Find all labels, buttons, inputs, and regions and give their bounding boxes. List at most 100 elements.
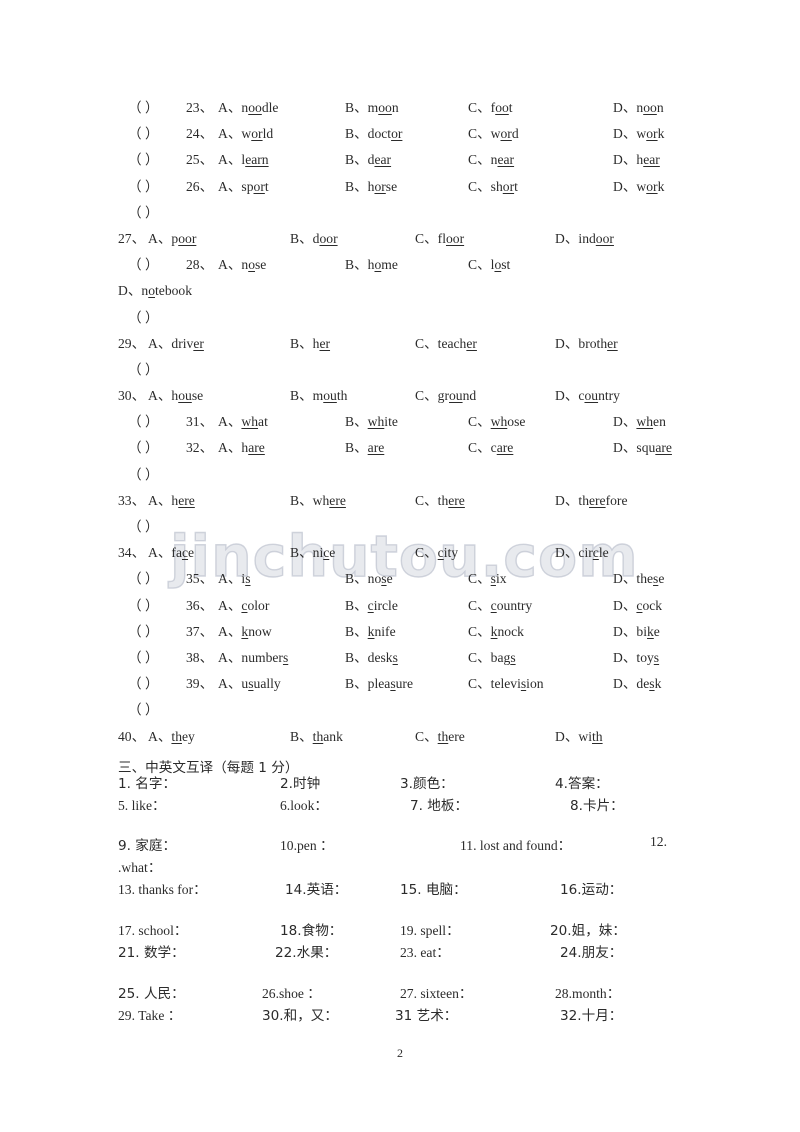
translation-item[interactable]: 16.运动： bbox=[560, 878, 622, 898]
option-d[interactable]: D、cock bbox=[613, 594, 662, 614]
option-d[interactable]: D、notebook bbox=[118, 279, 192, 299]
translation-item[interactable]: 20.姐，妹： bbox=[550, 919, 626, 939]
option-c[interactable]: C、short bbox=[468, 175, 518, 195]
option-d[interactable]: D、hear bbox=[613, 148, 660, 168]
translation-item[interactable]: 4.答案： bbox=[555, 772, 609, 792]
translation-item[interactable]: 25. 人民： bbox=[118, 982, 185, 1002]
option-c[interactable]: C、floor bbox=[415, 227, 464, 247]
option-c[interactable]: C、there bbox=[415, 489, 465, 509]
translation-item[interactable]: 19. spell： bbox=[400, 919, 460, 939]
option-c[interactable]: C、near bbox=[468, 148, 514, 168]
answer-blank[interactable]: （ ） bbox=[128, 620, 159, 640]
answer-blank[interactable]: （ ） bbox=[128, 201, 159, 221]
option-c[interactable]: C、care bbox=[468, 436, 513, 456]
answer-blank[interactable]: （ ） bbox=[128, 410, 159, 430]
option-c[interactable]: C、six bbox=[468, 567, 507, 587]
answer-blank[interactable]: （ ） bbox=[128, 567, 159, 587]
option-c[interactable]: C、word bbox=[468, 122, 519, 142]
option-b[interactable]: B、thank bbox=[290, 725, 343, 745]
option-a[interactable]: A、sport bbox=[218, 175, 269, 195]
option-a[interactable]: A、know bbox=[218, 620, 272, 640]
option-d[interactable]: D、these bbox=[613, 567, 664, 587]
translation-item[interactable]: 7. 地板： bbox=[410, 794, 468, 814]
option-d[interactable]: D、when bbox=[613, 410, 666, 430]
option-a[interactable]: A、color bbox=[218, 594, 269, 614]
option-b[interactable]: B、pleasure bbox=[345, 672, 413, 692]
option-b[interactable]: B、dear bbox=[345, 148, 391, 168]
option-d[interactable]: D、therefore bbox=[555, 489, 628, 509]
option-a[interactable]: A、world bbox=[218, 122, 273, 142]
translation-item[interactable]: 23. eat： bbox=[400, 941, 450, 961]
answer-blank[interactable]: （ ） bbox=[128, 175, 159, 195]
option-b[interactable]: B、mouth bbox=[290, 384, 347, 404]
option-d[interactable]: D、bike bbox=[613, 620, 660, 640]
answer-blank[interactable]: （ ） bbox=[128, 698, 159, 718]
answer-blank[interactable]: （ ） bbox=[128, 306, 159, 326]
option-a[interactable]: A、hare bbox=[218, 436, 265, 456]
translation-item[interactable]: 30.和，又： bbox=[262, 1004, 338, 1024]
option-c[interactable]: C、teacher bbox=[415, 332, 477, 352]
option-d[interactable]: D、work bbox=[613, 122, 664, 142]
answer-blank[interactable]: （ ） bbox=[128, 253, 159, 273]
option-a[interactable]: A、they bbox=[148, 725, 195, 745]
translation-item[interactable]: 12. bbox=[650, 834, 667, 850]
option-a[interactable]: A、is bbox=[218, 567, 251, 587]
option-d[interactable]: D、country bbox=[555, 384, 620, 404]
option-b[interactable]: B、nose bbox=[345, 567, 393, 587]
option-c[interactable]: C、knock bbox=[468, 620, 524, 640]
translation-item[interactable]: 2.时钟 bbox=[280, 772, 320, 792]
answer-blank[interactable]: （ ） bbox=[128, 672, 159, 692]
translation-item[interactable]: 11. lost and found： bbox=[460, 834, 571, 854]
option-a[interactable]: A、what bbox=[218, 410, 268, 430]
translation-item[interactable]: 28.month： bbox=[555, 982, 620, 1002]
option-d[interactable]: D、toys bbox=[613, 646, 659, 666]
option-d[interactable]: D、work bbox=[613, 175, 664, 195]
option-c[interactable]: C、whose bbox=[468, 410, 525, 430]
option-a[interactable]: A、driver bbox=[148, 332, 204, 352]
translation-item[interactable]: 29. Take ： bbox=[118, 1004, 181, 1024]
option-c[interactable]: C、there bbox=[415, 725, 465, 745]
option-d[interactable]: D、noon bbox=[613, 96, 664, 116]
translation-item[interactable]: 24.朋友： bbox=[560, 941, 622, 961]
translation-item[interactable]: 5. like： bbox=[118, 794, 166, 814]
option-a[interactable]: A、house bbox=[148, 384, 203, 404]
answer-blank[interactable]: （ ） bbox=[128, 594, 159, 614]
translation-item[interactable]: 9. 家庭： bbox=[118, 834, 176, 854]
option-c[interactable]: C、city bbox=[415, 541, 458, 561]
translation-item[interactable]: 1. 名字： bbox=[118, 772, 176, 792]
option-b[interactable]: B、home bbox=[345, 253, 398, 273]
option-b[interactable]: B、moon bbox=[345, 96, 399, 116]
answer-blank[interactable]: （ ） bbox=[128, 358, 159, 378]
option-c[interactable]: C、country bbox=[468, 594, 532, 614]
option-a[interactable]: A、nose bbox=[218, 253, 266, 273]
translation-item[interactable]: 32.十月： bbox=[560, 1004, 622, 1024]
option-a[interactable]: A、here bbox=[148, 489, 195, 509]
option-b[interactable]: B、doctor bbox=[345, 122, 402, 142]
translation-item[interactable]: 13. thanks for： bbox=[118, 878, 207, 898]
option-c[interactable]: C、foot bbox=[468, 96, 513, 116]
option-b[interactable]: B、white bbox=[345, 410, 398, 430]
option-d[interactable]: D、circle bbox=[555, 541, 609, 561]
option-b[interactable]: B、her bbox=[290, 332, 330, 352]
translation-item[interactable]: 3.颜色： bbox=[400, 772, 454, 792]
option-b[interactable]: B、door bbox=[290, 227, 338, 247]
option-a[interactable]: A、noodle bbox=[218, 96, 278, 116]
option-c[interactable]: C、ground bbox=[415, 384, 476, 404]
option-a[interactable]: A、learn bbox=[218, 148, 269, 168]
translation-item[interactable]: 22.水果： bbox=[275, 941, 337, 961]
translation-item[interactable]: 17. school： bbox=[118, 919, 187, 939]
option-a[interactable]: A、numbers bbox=[218, 646, 288, 666]
answer-blank[interactable]: （ ） bbox=[128, 122, 159, 142]
answer-blank[interactable]: （ ） bbox=[128, 463, 159, 483]
translation-item[interactable]: 18.食物： bbox=[280, 919, 342, 939]
option-d[interactable]: D、desk bbox=[613, 672, 661, 692]
option-b[interactable]: B、desks bbox=[345, 646, 398, 666]
option-c[interactable]: C、television bbox=[468, 672, 544, 692]
option-d[interactable]: D、square bbox=[613, 436, 672, 456]
option-c[interactable]: C、lost bbox=[468, 253, 510, 273]
translation-item[interactable]: 6.look： bbox=[280, 794, 328, 814]
translation-item[interactable]: 10.pen ： bbox=[280, 834, 334, 854]
option-a[interactable]: A、face bbox=[148, 541, 194, 561]
option-b[interactable]: B、nice bbox=[290, 541, 335, 561]
translation-item[interactable]: 8.卡片： bbox=[570, 794, 624, 814]
